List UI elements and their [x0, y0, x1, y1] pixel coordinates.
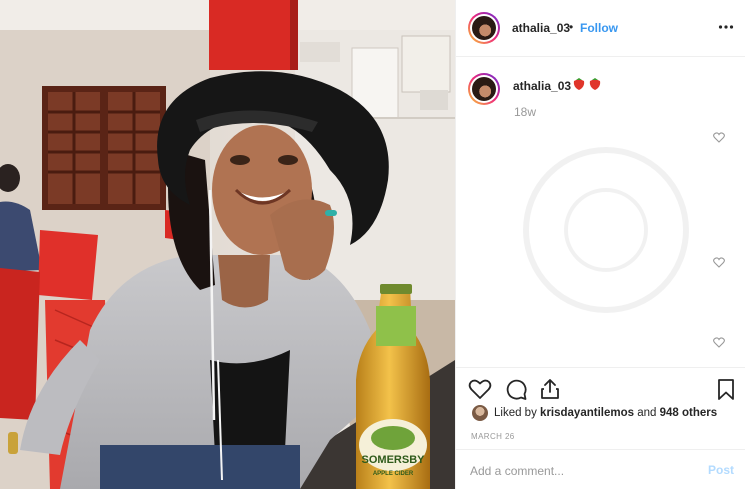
post-photo[interactable]: SOMERSBY APPLE CIDER — [0, 0, 455, 489]
likes-and: and — [637, 407, 657, 419]
username-link[interactable]: athalia_03 — [512, 21, 570, 35]
liker-username[interactable]: krisdayantilemos — [540, 407, 634, 419]
likes-summary: Liked by krisdayantilemos and 948 others — [494, 407, 717, 419]
bottle-subtitle: APPLE CIDER — [373, 471, 414, 477]
follow-button[interactable]: Follow — [580, 21, 618, 35]
bookmark-icon[interactable] — [714, 377, 738, 401]
comment-bar: Post — [456, 449, 745, 489]
heart-icon[interactable] — [468, 377, 492, 401]
comment-icon[interactable] — [504, 377, 528, 401]
liker-avatar[interactable] — [472, 405, 488, 421]
likes-count-link[interactable]: 948 others — [660, 407, 718, 419]
post-side-panel: athalia_03 • Follow athalia_03 🍓🍓 18w — [455, 0, 745, 489]
strawberry-emoji-icon — [573, 78, 601, 90]
bottle-brand: SOMERSBY — [362, 454, 426, 466]
post-date[interactable]: MARCH 26 — [471, 432, 515, 441]
separator-dot: • — [569, 20, 574, 34]
background-watermark — [523, 147, 689, 313]
likes-prefix: Liked by — [494, 407, 537, 419]
comment-heart-icon[interactable] — [713, 132, 725, 143]
more-icon[interactable] — [718, 18, 734, 36]
caption-timestamp[interactable]: 18w — [514, 105, 536, 119]
photo-image: SOMERSBY APPLE CIDER — [0, 0, 455, 489]
caption-avatar[interactable] — [468, 73, 500, 105]
comment-heart-icon[interactable] — [713, 337, 725, 348]
comment-heart-icon[interactable] — [713, 257, 725, 268]
share-icon[interactable] — [538, 377, 562, 401]
comment-input[interactable] — [470, 462, 690, 480]
post-header: athalia_03 • Follow — [456, 0, 745, 57]
post-comment-button[interactable]: Post — [708, 463, 734, 477]
caption-username[interactable]: athalia_03 — [513, 79, 571, 93]
avatar[interactable] — [468, 12, 500, 44]
action-bar — [456, 367, 745, 409]
